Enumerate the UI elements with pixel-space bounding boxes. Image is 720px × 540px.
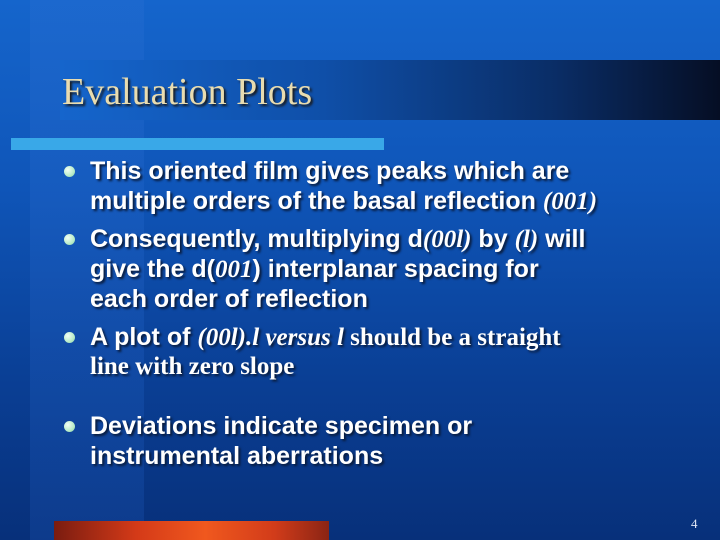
- bullet-text: each order of reflection: [90, 285, 368, 313]
- bullet-text: line with zero slope: [90, 353, 295, 380]
- bullet-text: give the d(: [90, 255, 216, 283]
- bullet-math: (l): [514, 226, 539, 253]
- bullet-text: Consequently, multiplying d: [90, 225, 423, 253]
- bullet-line: Deviations indicate specimen or: [90, 413, 712, 443]
- footer-accent-bar: [54, 521, 329, 540]
- bullet-text: This oriented film gives peaks which are: [90, 157, 570, 185]
- bullet-math: (001): [542, 188, 598, 215]
- bullet-item: Consequently, multiplying d(00l) by (l) …: [62, 226, 712, 316]
- bullet-text: instrumental aberrations: [90, 442, 384, 470]
- bullet-item: Deviations indicate specimen or instrume…: [62, 413, 712, 473]
- bullet-line: This oriented film gives peaks which are: [90, 158, 712, 188]
- bullet-math: (00l): [422, 226, 472, 253]
- bullet-text: by: [471, 225, 515, 253]
- bullet-text: should be a straight: [343, 324, 561, 351]
- bullet-line: each order of reflection: [90, 286, 712, 316]
- bullet-list: This oriented film gives peaks which are…: [62, 158, 712, 473]
- bullet-text: multiple orders of the basal reflection: [90, 187, 543, 215]
- bullet-text: Deviations indicate specimen or: [90, 412, 473, 440]
- bullet-line: Consequently, multiplying d(00l) by (l) …: [90, 226, 712, 256]
- bullet-item: This oriented film gives peaks which are…: [62, 158, 712, 218]
- bullet-line: give the d(001) interplanar spacing for: [90, 256, 712, 286]
- bullet-text: A plot of: [90, 323, 198, 351]
- bullet-text: ) interplanar spacing for: [252, 255, 539, 283]
- page-number: 4: [691, 516, 698, 531]
- bullet-dot-icon: [64, 421, 75, 432]
- bullet-line: instrumental aberrations: [90, 443, 712, 473]
- slide-title: Evaluation Plots: [62, 71, 313, 113]
- bullet-text: will: [538, 225, 586, 253]
- bullet-math: 001: [215, 256, 253, 283]
- bullet-item: A plot of (00l).l versus l should be a s…: [62, 324, 712, 383]
- bullet-math: (00l).l versus l: [197, 324, 344, 351]
- accent-bar: [11, 138, 384, 150]
- bullet-line: line with zero slope: [90, 354, 712, 383]
- bullet-line: A plot of (00l).l versus l should be a s…: [90, 324, 712, 354]
- bullet-dot-icon: [64, 166, 75, 177]
- bullet-dot-icon: [64, 332, 75, 343]
- bullet-dot-icon: [64, 234, 75, 245]
- bullet-line: multiple orders of the basal reflection …: [90, 188, 712, 218]
